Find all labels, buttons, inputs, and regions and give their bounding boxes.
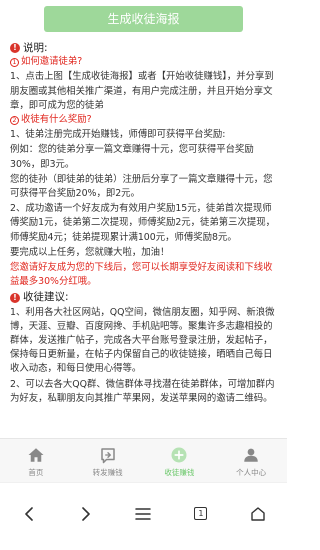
tab-home[interactable]: 首页 bbox=[0, 439, 72, 482]
menu-icon bbox=[135, 507, 152, 520]
home-outline-icon bbox=[251, 506, 265, 521]
tab-label: 个人中心 bbox=[236, 468, 267, 477]
section-explanation-title: 说明: bbox=[23, 42, 48, 54]
forward-icon bbox=[100, 448, 115, 464]
tab-count-badge: 1 bbox=[194, 507, 208, 520]
circled-number: 1 bbox=[10, 57, 19, 67]
paragraph: 1、点击上图【生成收徒海报】或者【开始收徒赚钱】，并分享到朋友圈或其他相关推广渠… bbox=[10, 71, 274, 111]
question-text: 收徒有什么奖励? bbox=[21, 114, 92, 126]
chevron-left-icon bbox=[24, 506, 33, 521]
circled-number: 2 bbox=[10, 115, 19, 125]
paragraph: 要完成以上任务，您就赚大啦，加油！ bbox=[10, 246, 170, 258]
tab-label: 收徒赚钱 bbox=[164, 468, 195, 477]
bottom-tab-bar: 首页 转发赚钱 收徒赚钱 个人中心 bbox=[0, 438, 287, 482]
paragraph: 1、徒弟注册完成开始赚钱，师傅即可获得平台奖励: bbox=[10, 129, 226, 141]
highlight-notice: 您邀请好友成为您的下线后，您可以长期享受好友阅读和下线收益最多30%分红哦。 bbox=[10, 262, 273, 288]
section-advice-title: 收徒建议: bbox=[23, 291, 69, 304]
paragraph: 您的徒孙（即徒弟的徒弟）注册后分享了一篇文章赚得十元，您可获得平台奖励20%，即… bbox=[10, 173, 273, 200]
paragraph: 1、利用各大社区网站，QQ空间，微信朋友圈，知乎网、新浪微博，天涯、豆瓣、百度网… bbox=[10, 306, 275, 375]
chevron-right-icon bbox=[82, 506, 90, 521]
tab-recruit-earn[interactable]: 收徒赚钱 bbox=[144, 439, 216, 482]
person-icon bbox=[244, 448, 258, 462]
generate-poster-button[interactable]: 生成收徒海报 bbox=[44, 6, 243, 32]
home-icon bbox=[28, 448, 44, 462]
tab-forward-earn[interactable]: 转发赚钱 bbox=[72, 439, 144, 482]
instructions-content: ! 说明: 1 如何邀请徒弟? 1、点击上图【生成收徒海报】或者【开始收徒赚钱】… bbox=[0, 40, 287, 438]
add-circle-icon bbox=[171, 447, 187, 463]
question-rewards: 2 收徒有什么奖励? bbox=[10, 113, 279, 127]
back-button[interactable] bbox=[14, 499, 44, 529]
tab-profile[interactable]: 个人中心 bbox=[215, 439, 287, 482]
paragraph: 2、可以去各大QQ群、微信群体寻找潜在徒弟群体，可增加群内为好友，私聊朋友向其推… bbox=[10, 378, 275, 404]
home-button[interactable] bbox=[243, 499, 273, 529]
question-text: 如何邀请徒弟? bbox=[21, 56, 83, 68]
header: 生成收徒海报 bbox=[0, 0, 287, 38]
tab-label: 首页 bbox=[28, 468, 44, 477]
menu-button[interactable] bbox=[128, 499, 158, 529]
tab-label: 转发赚钱 bbox=[92, 468, 123, 477]
section-advice-heading: ! 收徒建议: bbox=[10, 290, 279, 304]
browser-nav-bar: 1 bbox=[0, 482, 287, 550]
forward-button[interactable] bbox=[71, 499, 101, 529]
exclamation-icon: ! bbox=[10, 292, 20, 303]
paragraph: 例如：您的徒弟分享一篇文章赚得十元，您可获得平台奖励30%，即3元。 bbox=[10, 144, 254, 170]
exclamation-icon: ! bbox=[10, 43, 20, 54]
tabs-button[interactable]: 1 bbox=[186, 499, 216, 529]
section-explanation-heading: ! 说明: bbox=[10, 41, 279, 55]
question-how-to-invite: 1 如何邀请徒弟? bbox=[10, 55, 279, 69]
paragraph: 2、成功邀请一个好友成为有效用户奖励15元，徒弟首次提现师傅奖励1元，徒弟第二次… bbox=[10, 203, 276, 243]
